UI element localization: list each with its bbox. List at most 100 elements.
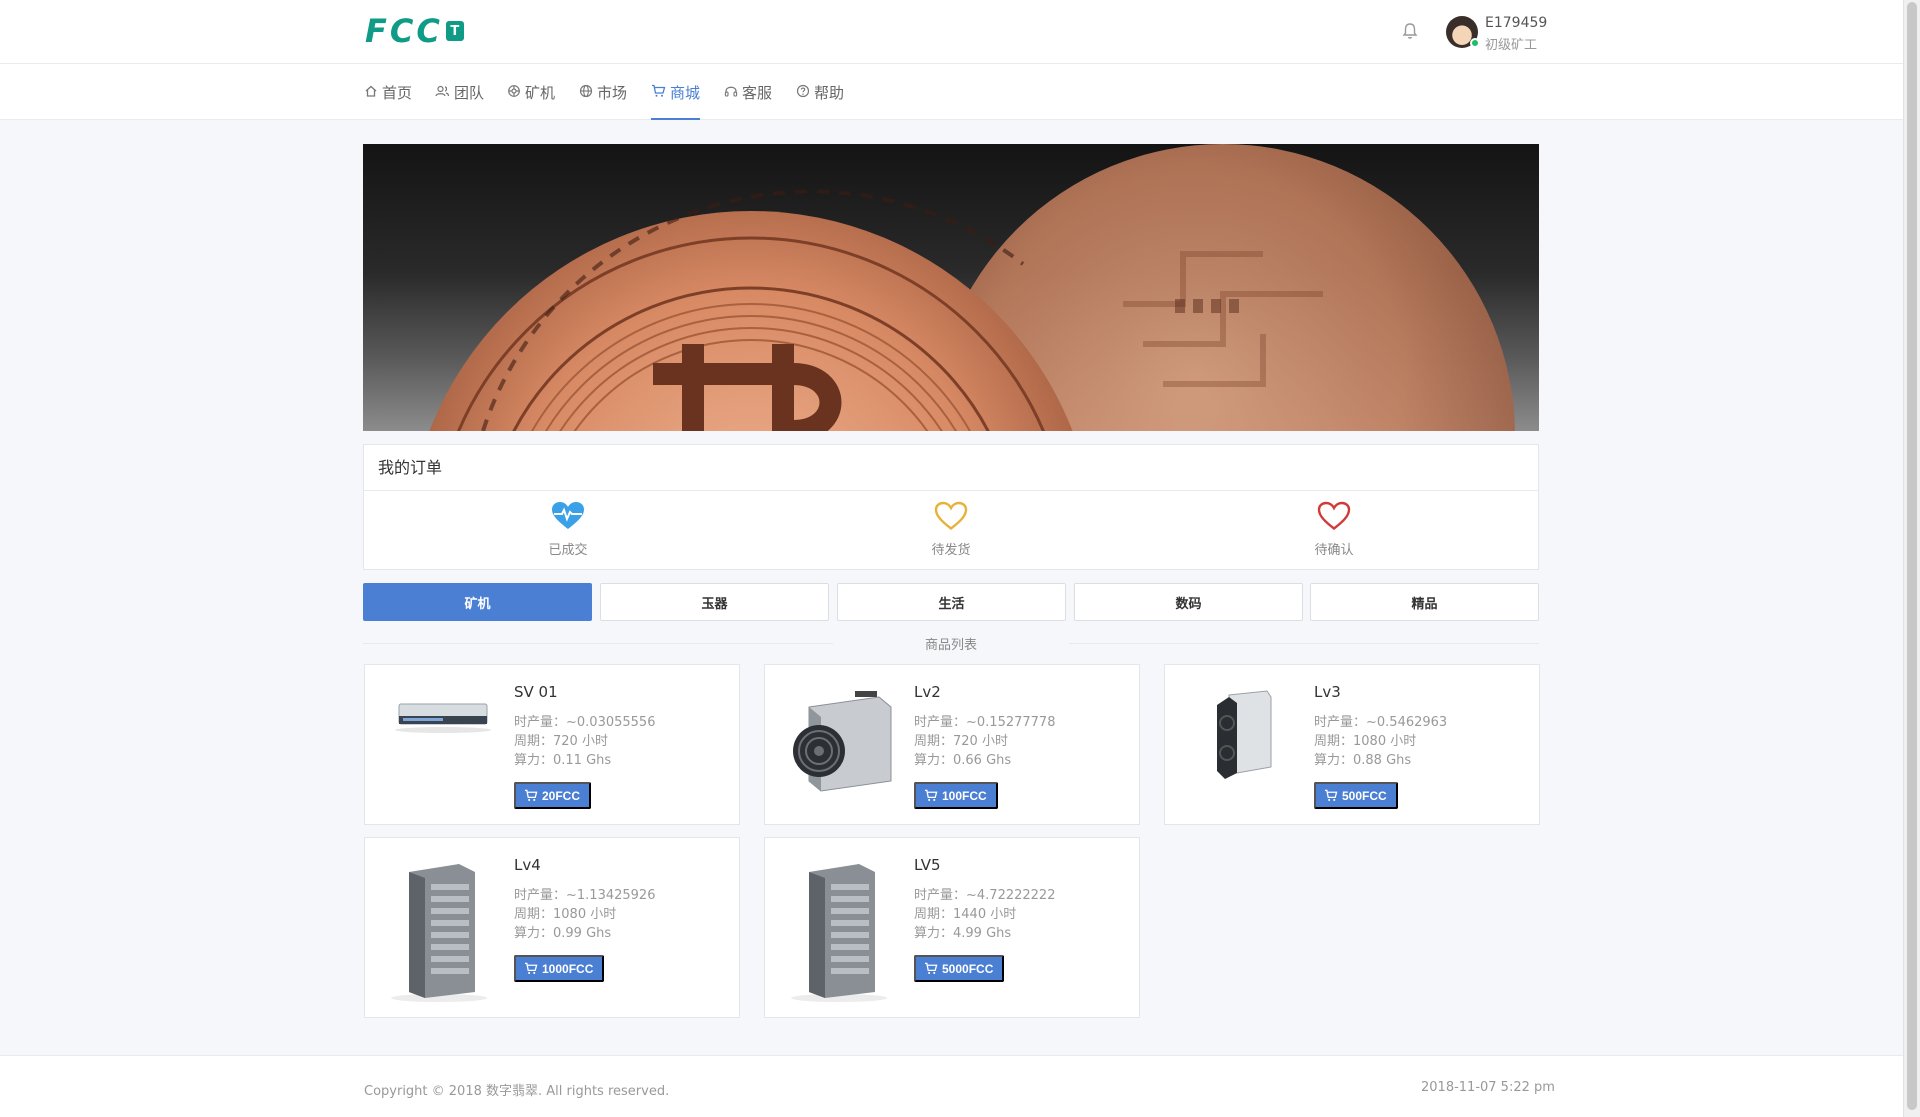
orders-title: 我的订单	[364, 445, 1538, 491]
nav-item-service[interactable]: 客服	[724, 82, 772, 120]
product-card[interactable]: Lv3 时产量：~0.5462963 周期：1080 小时 算力：0.88 Gh…	[1164, 664, 1540, 825]
buy-button[interactable]: 100FCC	[914, 782, 998, 809]
tab-digital[interactable]: 数码	[1074, 583, 1303, 621]
page: FCC T E179459 初级矿工 首页 团队 矿机 市场 商城 客服 帮助 …	[0, 0, 1903, 1117]
nav-item-team[interactable]: 团队	[435, 82, 484, 120]
nav-label: 商城	[670, 84, 701, 102]
rack-server-image	[791, 864, 887, 1002]
bell-icon[interactable]	[1402, 22, 1422, 42]
product-card[interactable]: Lv2 时产量：~0.15277778 周期：720 小时 算力：0.66 Gh…	[764, 664, 1140, 825]
vertical-scrollbar[interactable]	[1903, 0, 1920, 1117]
top-header: FCC T E179459 初级矿工	[0, 0, 1903, 64]
product-list-title: 商品列表	[924, 638, 977, 653]
product-output: 时产量：~4.72222222	[914, 888, 1056, 903]
product-output: 时产量：~0.15277778	[914, 715, 1056, 730]
nav-item-miner[interactable]: 矿机	[507, 82, 555, 120]
tab-life[interactable]: 生活	[837, 583, 1066, 621]
product-name: SV 01	[514, 683, 558, 701]
rack-server-image	[391, 864, 487, 1002]
product-card[interactable]: LV5 时产量：~4.72222222 周期：1440 小时 算力：4.99 G…	[764, 837, 1140, 1018]
order-status-pending-ship[interactable]: 待发货	[891, 501, 1011, 558]
buy-button[interactable]: 5000FCC	[914, 955, 1005, 982]
home-icon	[365, 85, 377, 97]
antminer-image	[793, 691, 892, 792]
asic-miner-image	[1217, 690, 1272, 779]
product-card[interactable]: SV 01 时产量：~0.03055556 周期：720 小时 算力：0.11 …	[364, 664, 740, 825]
product-period: 周期：1080 小时	[1314, 734, 1417, 749]
product-name: Lv2	[914, 683, 941, 701]
nav-item-market[interactable]: 市场	[579, 82, 627, 120]
nav-label: 首页	[382, 84, 413, 102]
buy-price: 20FCC	[542, 788, 581, 803]
order-status-label: 待发货	[931, 543, 971, 558]
footer-datetime: 2018-11-07 5:22 pm	[1421, 1080, 1555, 1095]
nav-label: 市场	[597, 84, 628, 102]
order-status-label: 待确认	[1314, 543, 1354, 558]
nav-label: 客服	[742, 84, 773, 102]
headset-icon	[724, 86, 738, 97]
cart-icon	[924, 789, 938, 801]
product-period: 周期：720 小时	[914, 734, 1008, 749]
tab-jade[interactable]: 玉器	[600, 583, 829, 621]
product-output: 时产量：~0.5462963	[1314, 715, 1448, 730]
globe-icon	[579, 84, 593, 98]
footer: Copyright © 2018 数字翡翠. All rights reserv…	[0, 1055, 1903, 1117]
nav-label: 矿机	[525, 84, 556, 102]
user-id[interactable]: E179459	[1485, 15, 1547, 31]
heart-outline-icon	[1317, 501, 1351, 531]
product-card[interactable]: Lv4 时产量：~1.13425926 周期：1080 小时 算力：0.99 G…	[364, 837, 740, 1018]
miner-icon	[508, 85, 520, 97]
product-power: 算力：0.66 Ghs	[914, 753, 1012, 768]
buy-button[interactable]: 500FCC	[1314, 782, 1398, 809]
product-power: 算力：0.11 Ghs	[514, 753, 612, 768]
cart-icon	[1324, 789, 1338, 801]
heartbeat-icon	[552, 502, 584, 529]
buy-price: 100FCC	[942, 788, 987, 803]
tab-premium[interactable]: 精品	[1310, 583, 1539, 621]
online-indicator	[1470, 38, 1480, 48]
order-status-label: 已成交	[548, 543, 588, 558]
help-icon	[796, 84, 810, 98]
cart-icon	[652, 84, 666, 97]
nav-item-home[interactable]: 首页	[364, 82, 412, 120]
logo-badge: T	[445, 21, 464, 41]
buy-price: 1000FCC	[542, 961, 594, 976]
buy-button[interactable]: 1000FCC	[514, 955, 605, 982]
product-name: Lv4	[514, 856, 541, 874]
product-period: 周期：1080 小时	[514, 907, 617, 922]
nav-label: 团队	[454, 84, 485, 102]
copyright: Copyright © 2018 数字翡翠. All rights reserv…	[364, 1084, 670, 1099]
product-output: 时产量：~0.03055556	[514, 715, 656, 730]
scrollbar-thumb[interactable]	[1907, 2, 1917, 1110]
product-power: 算力：0.88 Ghs	[1314, 753, 1412, 768]
order-status-pending-confirm[interactable]: 待确认	[1274, 501, 1394, 558]
my-orders-panel: 我的订单 已成交 待发货 待确认	[363, 444, 1539, 570]
cart-icon	[924, 962, 938, 974]
logo-text: FCC	[365, 12, 443, 50]
product-name: Lv3	[1314, 683, 1341, 701]
buy-price: 5000FCC	[942, 961, 994, 976]
product-period: 周期：720 小时	[514, 734, 608, 749]
logo[interactable]: FCC T	[365, 12, 464, 50]
cart-icon	[524, 962, 538, 974]
avatar[interactable]	[1446, 16, 1480, 48]
product-output: 时产量：~1.13425926	[514, 888, 656, 903]
heart-outline-icon	[934, 501, 968, 531]
nav-item-help[interactable]: 帮助	[796, 82, 844, 120]
banner-image[interactable]	[363, 144, 1539, 431]
product-list-divider: 商品列表	[363, 634, 1539, 653]
order-status-completed[interactable]: 已成交	[508, 501, 628, 558]
nav-label: 帮助	[814, 84, 845, 102]
server-image	[395, 703, 491, 733]
main-nav: 首页 团队 矿机 市场 商城 客服 帮助	[0, 64, 1903, 120]
nav-item-shop[interactable]: 商城	[651, 82, 701, 120]
tab-miner[interactable]: 矿机	[363, 583, 592, 621]
cart-icon	[524, 789, 538, 801]
product-power: 算力：0.99 Ghs	[514, 926, 612, 941]
team-icon	[435, 85, 450, 97]
user-level: 初级矿工	[1485, 38, 1538, 53]
buy-button[interactable]: 20FCC	[514, 782, 592, 809]
buy-price: 500FCC	[1342, 788, 1387, 803]
product-period: 周期：1440 小时	[914, 907, 1017, 922]
product-name: LV5	[914, 856, 941, 874]
